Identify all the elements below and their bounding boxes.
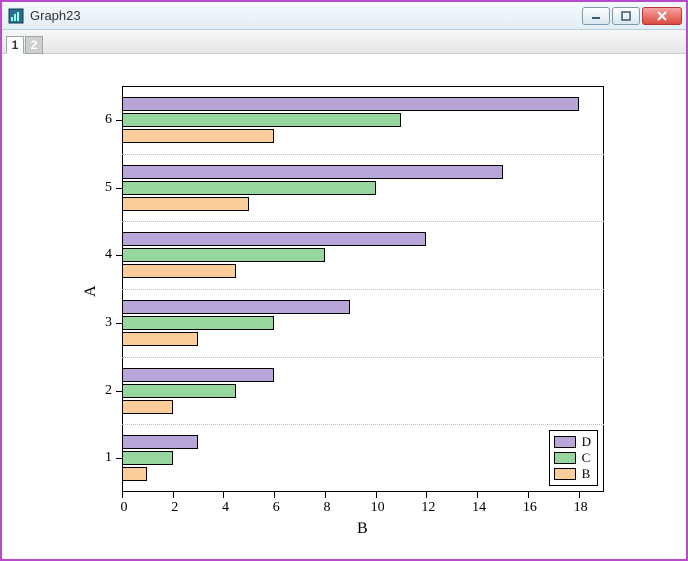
bar-c xyxy=(122,451,173,465)
bar-b xyxy=(122,332,198,346)
minimize-button[interactable] xyxy=(582,7,610,25)
x-tick-label: 2 xyxy=(165,500,185,516)
bar-d xyxy=(122,300,350,314)
x-tick-label: 8 xyxy=(317,500,337,516)
x-tick xyxy=(528,492,529,498)
legend-swatch xyxy=(554,436,576,448)
legend-label: D xyxy=(582,434,591,450)
gridline xyxy=(122,221,604,222)
legend-swatch xyxy=(554,452,576,464)
x-tick xyxy=(122,492,123,498)
bar-d xyxy=(122,97,579,111)
bar-c xyxy=(122,316,274,330)
chart[interactable]: 024681012141618123456BADCB xyxy=(4,56,684,557)
x-tick xyxy=(223,492,224,498)
tab-2[interactable]: 2 xyxy=(25,36,43,54)
titlebar[interactable]: Graph23 xyxy=(2,2,686,30)
bar-c xyxy=(122,384,236,398)
y-tick-label: 6 xyxy=(105,112,112,128)
legend-swatch xyxy=(554,468,576,480)
x-tick-label: 6 xyxy=(266,500,286,516)
y-tick-label: 4 xyxy=(105,247,112,263)
y-tick-label: 2 xyxy=(105,383,112,399)
bar-b xyxy=(122,400,173,414)
app-icon xyxy=(8,8,24,24)
gridline xyxy=(122,424,604,425)
bar-b xyxy=(122,129,274,143)
x-tick xyxy=(579,492,580,498)
bar-b xyxy=(122,197,249,211)
y-tick-label: 3 xyxy=(105,315,112,331)
x-tick-label: 12 xyxy=(418,500,438,516)
bar-c xyxy=(122,113,401,127)
bar-b xyxy=(122,467,147,481)
x-tick xyxy=(173,492,174,498)
maximize-button[interactable] xyxy=(612,7,640,25)
bar-c xyxy=(122,181,376,195)
x-tick xyxy=(376,492,377,498)
window-controls xyxy=(582,7,682,25)
y-tick-label: 1 xyxy=(105,450,112,466)
legend: DCB xyxy=(549,430,598,486)
gridline xyxy=(122,357,604,358)
gridline xyxy=(122,154,604,155)
bar-d xyxy=(122,232,426,246)
tab-1[interactable]: 1 xyxy=(6,36,24,54)
x-tick xyxy=(426,492,427,498)
x-tick-label: 0 xyxy=(114,500,134,516)
window-frame: Graph23 1 2 024681012141618123456BADCB xyxy=(0,0,688,561)
bar-d xyxy=(122,368,274,382)
bar-c xyxy=(122,248,325,262)
x-tick-label: 18 xyxy=(571,500,591,516)
x-tick-label: 10 xyxy=(368,500,388,516)
client-area: 024681012141618123456BADCB xyxy=(4,56,684,557)
legend-item: B xyxy=(554,466,591,482)
legend-label: C xyxy=(582,450,591,466)
x-tick-label: 16 xyxy=(520,500,540,516)
y-tick-label: 5 xyxy=(105,180,112,196)
bar-b xyxy=(122,264,236,278)
legend-label: B xyxy=(582,466,591,482)
x-axis-label: B xyxy=(357,520,368,538)
gridline xyxy=(122,289,604,290)
legend-item: D xyxy=(554,434,591,450)
x-tick xyxy=(325,492,326,498)
y-axis-label: A xyxy=(82,285,100,297)
x-tick xyxy=(477,492,478,498)
close-button[interactable] xyxy=(642,7,682,25)
x-tick xyxy=(274,492,275,498)
x-tick-label: 14 xyxy=(469,500,489,516)
legend-item: C xyxy=(554,450,591,466)
bar-d xyxy=(122,435,198,449)
tab-strip: 1 2 xyxy=(2,30,686,54)
window-title: Graph23 xyxy=(30,8,582,23)
x-tick-label: 4 xyxy=(215,500,235,516)
bar-d xyxy=(122,165,503,179)
